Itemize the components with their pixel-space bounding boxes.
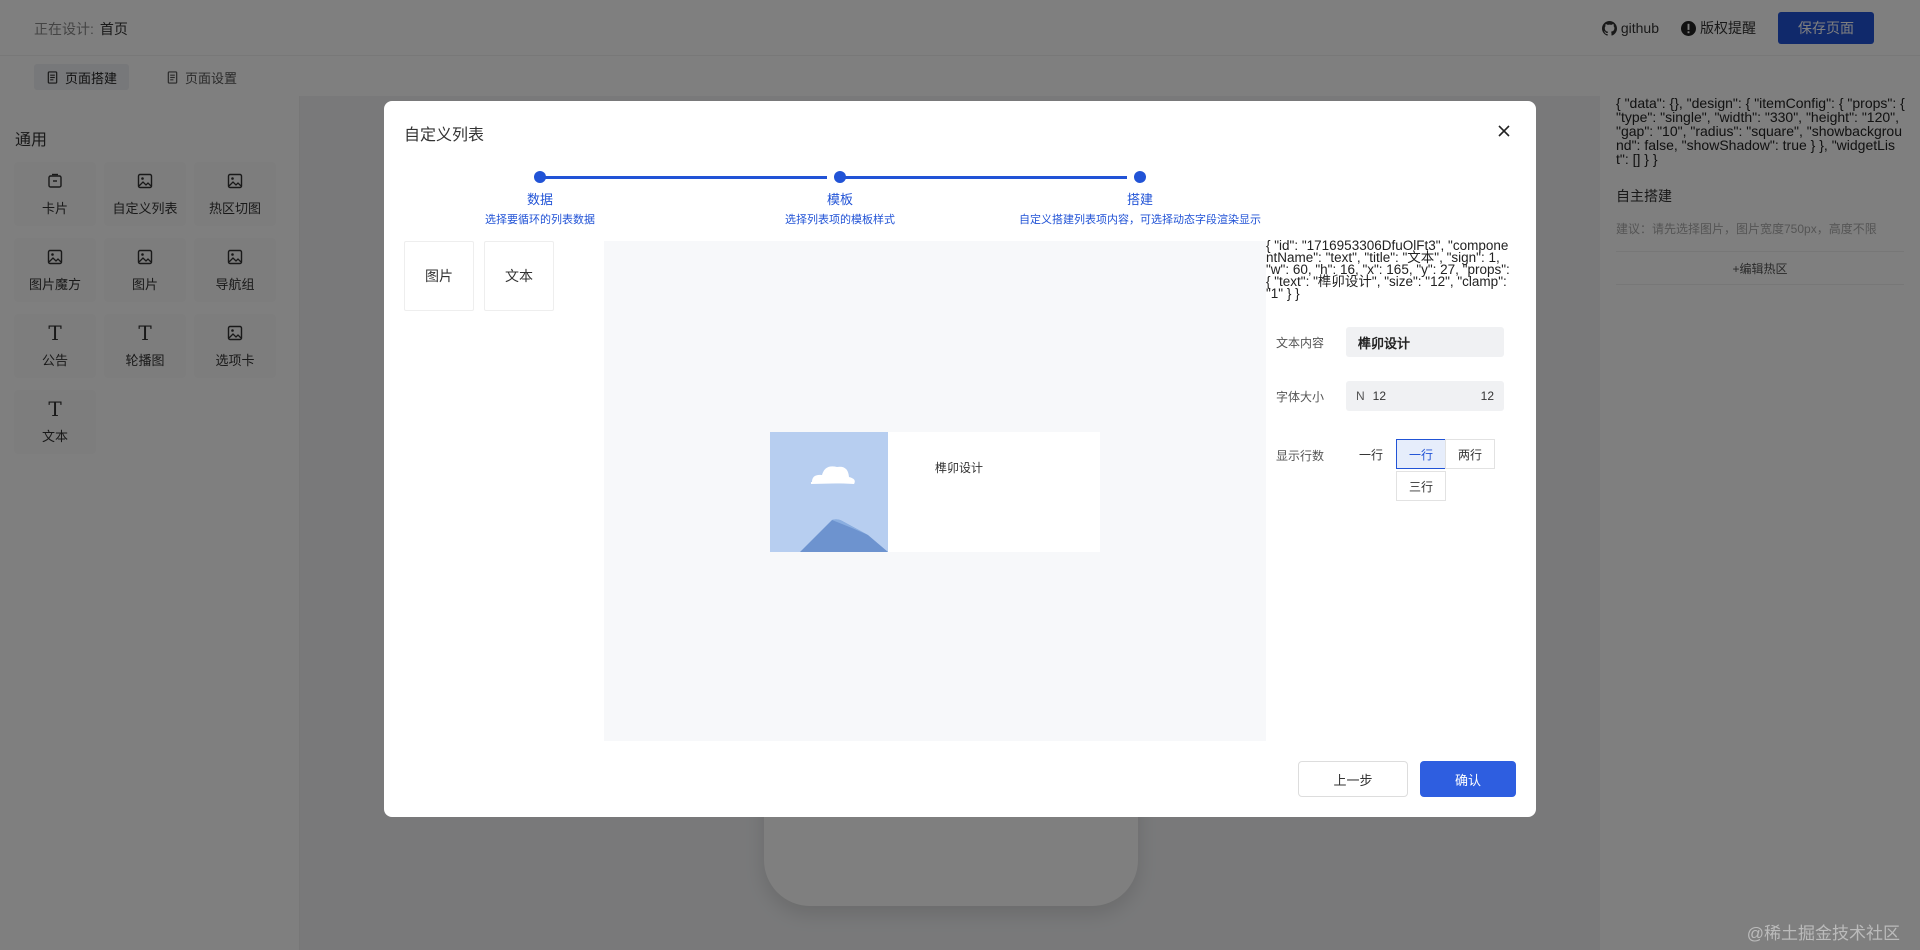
step-title: 数据: [526, 192, 553, 207]
item-text-widget[interactable]: 榫卯设计: [935, 459, 983, 476]
step-desc: 选择要循环的列表数据: [485, 214, 595, 226]
step-title: 模板: [826, 192, 853, 207]
clamp-option-one-line-plain[interactable]: 一行: [1346, 439, 1396, 469]
step-desc: 自定义搭建列表项内容，可选择动态字段渲染显示: [1019, 214, 1261, 226]
close-button[interactable]: [1494, 121, 1514, 141]
font-size-prefix: N: [1356, 389, 1365, 403]
font-size-value-right: 12: [1480, 389, 1494, 403]
step-dot: [834, 171, 846, 183]
step-dot: [1134, 171, 1146, 183]
step-build[interactable]: 搭建 自定义搭建列表项内容，可选择动态字段渲染显示: [990, 189, 1290, 227]
font-size-row: 字体大小 N 12 12: [1276, 381, 1504, 411]
text-content-label: 文本内容: [1276, 335, 1325, 350]
step-desc: 选择列表项的模板样式: [785, 214, 895, 226]
clamp-option-three-lines[interactable]: 三行: [1396, 471, 1446, 501]
previous-step-button[interactable]: 上一步: [1298, 761, 1408, 797]
clamp-label: 显示行数: [1276, 449, 1325, 463]
font-size-label: 字体大小: [1276, 389, 1325, 404]
list-item-preview: 榫卯设计: [770, 432, 1100, 552]
step-template[interactable]: 模板 选择列表项的模板样式: [710, 189, 970, 227]
text-content-input[interactable]: 榫卯设计: [1346, 327, 1504, 357]
text-content-row: 文本内容 榫卯设计: [1276, 327, 1504, 357]
font-size-input[interactable]: N 12 12: [1346, 381, 1504, 411]
step-indicator: 数据 选择要循环的列表数据 模板 选择列表项的模板样式 搭建 自定义搭建列表项内…: [485, 169, 1384, 229]
step-connector: [845, 176, 1127, 179]
step-data[interactable]: 数据 选择要循环的列表数据: [410, 189, 670, 227]
clamp-row: 显示行数 一行 一行 两行 三行: [1276, 439, 1516, 503]
dialog-title: 自定义列表: [404, 127, 485, 144]
watermark: @稀土掘金技术社区: [1746, 924, 1900, 943]
item-build-area: 榫卯设计: [604, 241, 1266, 741]
item-image-widget[interactable]: [770, 432, 888, 552]
custom-list-dialog: 自定义列表 数据 选择要循环的列表数据 模板 选择列表项的模板样式 搭建 自定义…: [384, 101, 1536, 817]
close-icon: [1498, 125, 1510, 137]
placeholder-image-icon: [770, 432, 888, 552]
clamp-option-one-line[interactable]: 一行: [1396, 439, 1446, 469]
confirm-button[interactable]: 确认: [1420, 761, 1516, 797]
dialog-footer: 上一步 确认: [1298, 761, 1516, 797]
widget-palette: 图片 文本: [404, 241, 554, 311]
widget-text-button[interactable]: 文本: [484, 241, 554, 311]
step-connector: [545, 176, 827, 179]
step-title: 搭建: [1126, 192, 1153, 207]
widget-image-button[interactable]: 图片: [404, 241, 474, 311]
font-size-value: 12: [1372, 389, 1387, 403]
step-dot: [534, 171, 546, 183]
selected-widget-json: { "id": "1716953306DfuOlFt3", "component…: [1266, 238, 1510, 301]
clamp-option-two-lines[interactable]: 两行: [1445, 439, 1495, 469]
